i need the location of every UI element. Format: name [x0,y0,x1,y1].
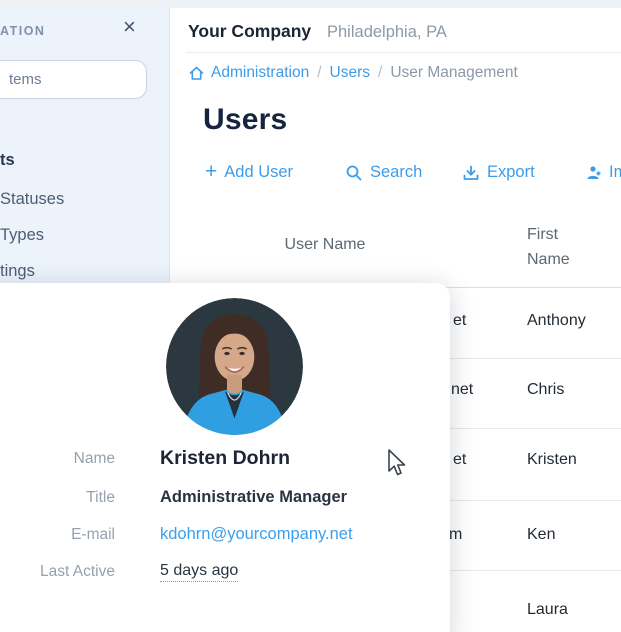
search-label: Search [370,163,423,181]
sidebar-search-input[interactable] [0,60,147,99]
last-active-label: Last Active [40,563,115,580]
sidebar-item-types[interactable]: Types [0,226,44,245]
company-name: Your Company [188,21,312,41]
search-button[interactable]: Search [345,163,422,182]
app-window: ATION × ts Statuses Types tings Your Com… [0,0,621,632]
table-row-first-name: Anthony [527,312,586,329]
user-profile-popup: Name Kristen Dohrn Title Administrative … [0,283,450,632]
table-row-user-name-fragment: et [453,312,467,329]
table-row-first-name: Chris [527,381,565,398]
home-icon [189,66,204,80]
page-title: Users [203,103,288,136]
table-row-first-name: Kristen [527,451,577,468]
export-button[interactable]: Export [462,163,535,182]
breadcrumb: Administration / Users / User Management [188,64,518,82]
import-button[interactable]: Im [584,163,621,182]
search-icon [346,165,362,180]
add-user-label: Add User [224,163,294,181]
company-location: Philadelphia, PA [327,23,447,41]
breadcrumb-administration[interactable]: Administration [188,64,309,82]
table-row-user-name-fragment: et [453,451,467,468]
title-label: Title [86,489,115,506]
column-header-user-name[interactable]: User Name [240,236,410,254]
breadcrumb-administration-label: Administration [211,64,310,81]
close-icon[interactable]: × [123,16,136,38]
table-row-first-name: Ken [527,526,556,543]
breadcrumb-current: User Management [390,64,518,81]
avatar [166,298,303,435]
profile-last-active: 5 days ago [160,562,239,582]
top-strip [0,0,621,8]
import-user-icon [587,165,601,179]
profile-title: Administrative Manager [160,488,348,506]
table-row-first-name: Laura [527,601,568,618]
export-download-icon [463,165,479,180]
import-label: Im [609,163,621,181]
email-label: E-mail [71,526,115,543]
column-header-first-name[interactable]: First Name [527,223,582,273]
table-row-user-name-fragment: net [451,381,474,398]
sidebar-title: ATION [0,24,46,38]
breadcrumb-separator: / [317,64,322,81]
export-label: Export [487,163,535,181]
table-row-user-name-fragment: m [449,526,463,543]
sidebar-item-settings[interactable]: tings [0,262,35,281]
breadcrumb-users[interactable]: Users [330,64,370,82]
add-user-button[interactable]: + Add User [205,160,294,183]
sidebar-item-1[interactable]: ts [0,151,15,170]
sidebar-item-statuses[interactable]: Statuses [0,190,64,209]
breadcrumb-separator: / [378,64,383,81]
header-divider [186,52,621,53]
profile-email-link[interactable]: kdohrn@yourcompany.net [160,525,353,544]
name-label: Name [73,450,115,467]
profile-name: Kristen Dohrn [160,447,291,469]
plus-icon: + [205,160,218,183]
